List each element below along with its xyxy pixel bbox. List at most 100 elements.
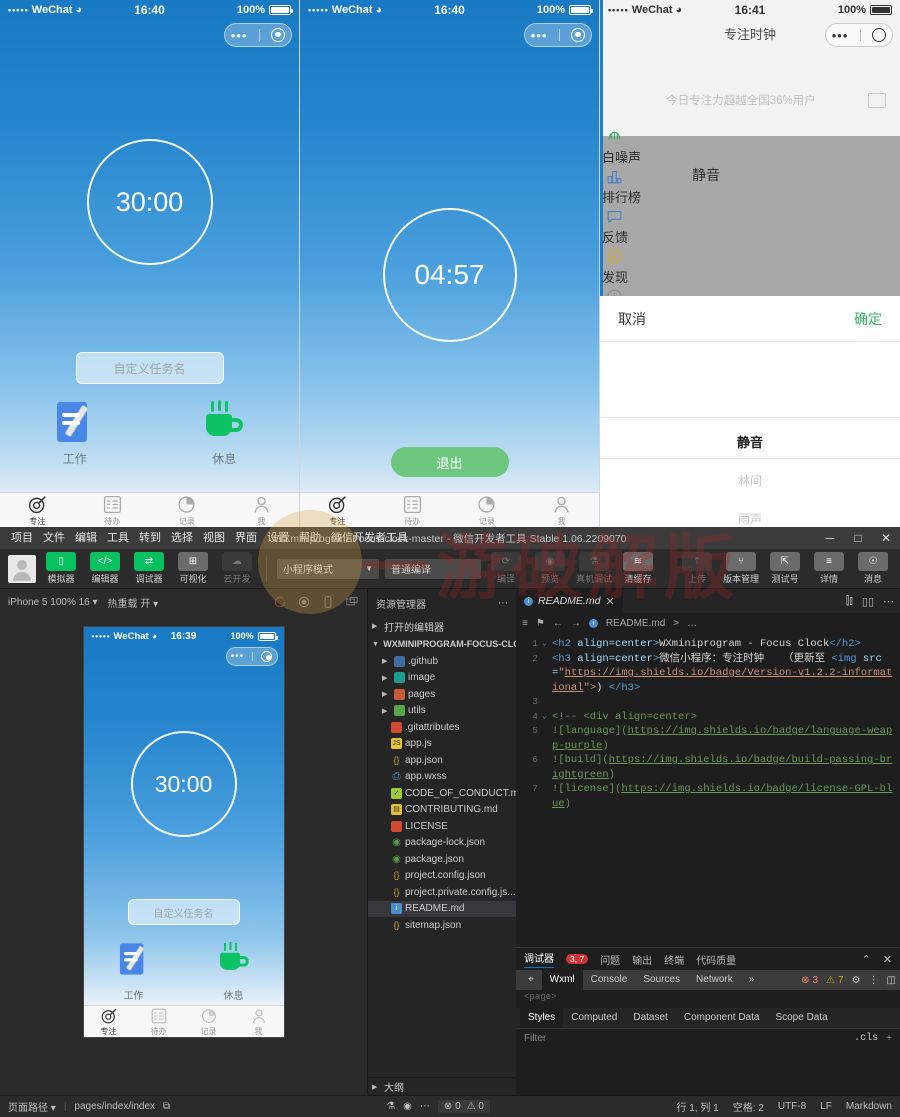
preview-mode-rest[interactable]: 休息 xyxy=(184,937,284,1002)
explorer-item-github[interactable]: ▶ .github xyxy=(368,653,516,670)
sidenav-item-ranking[interactable]: 排行榜 xyxy=(602,168,674,206)
page-path-select[interactable]: 页面路径 ▾ xyxy=(8,1099,56,1114)
preview-tab-focus[interactable]: 专注 xyxy=(84,1007,134,1037)
compile-select[interactable]: 普通编译 xyxy=(385,558,481,579)
explorer-item-appjs[interactable]: JS app.js xyxy=(368,736,516,753)
toolbar-version-button[interactable]: ⑂ 版本管理 xyxy=(722,552,760,585)
explorer-outline-section[interactable]: ▶ 大纲 xyxy=(368,1077,516,1095)
explorer-item-image[interactable]: ▶ image xyxy=(368,670,516,687)
record-icon[interactable] xyxy=(297,595,311,609)
nav-back-icon[interactable]: ← xyxy=(553,618,563,629)
split-editor-icon[interactable]: ⫿⫾ xyxy=(846,595,853,608)
style-tab-styles[interactable]: Styles xyxy=(520,1008,564,1028)
menu-item-project[interactable]: 项目 xyxy=(6,527,38,549)
style-tab-componentdata[interactable]: Component Data xyxy=(676,1008,768,1028)
devtools-tab-quality[interactable]: 代码质量 xyxy=(696,952,736,967)
sidenav-item-discover[interactable]: 发现 xyxy=(602,248,674,286)
menu-item-view[interactable]: 视图 xyxy=(198,527,230,549)
toolbar-testid-button[interactable]: ⇱ 测试号 xyxy=(766,552,804,585)
mode-rest[interactable]: 休息 xyxy=(150,400,300,467)
style-tab-scopedata[interactable]: Scope Data xyxy=(767,1008,835,1028)
layout-icon[interactable]: ▯▯ xyxy=(862,595,874,608)
menu-item-goto[interactable]: 转到 xyxy=(134,527,166,549)
tab-records[interactable]: 记录 xyxy=(450,494,525,527)
preview-task-input[interactable]: 自定义任务名 xyxy=(127,899,240,925)
device-select[interactable]: iPhone 5 100% 16 ▾ xyxy=(8,597,98,608)
devtools-tab-wxml[interactable]: Wxml xyxy=(541,970,583,990)
screenshot-icon[interactable] xyxy=(345,595,359,609)
tab-me[interactable]: 我 xyxy=(524,494,599,527)
copy-icon[interactable]: ⧉ xyxy=(163,1101,170,1112)
preview-mode-work[interactable]: 工作 xyxy=(84,937,184,1002)
rotate-icon[interactable] xyxy=(321,595,335,609)
ellipsis-icon[interactable]: ⋯ xyxy=(420,1101,430,1112)
toolbar-visualize-button[interactable]: ⊞ 可视化 xyxy=(174,552,212,585)
picker-confirm-button[interactable]: 确定 xyxy=(854,309,882,329)
menu-item-edit[interactable]: 编辑 xyxy=(70,527,102,549)
toolbar-clouddev-button[interactable]: ☁ 云开发 xyxy=(218,552,256,585)
preview-tab-todo[interactable]: 待办 xyxy=(134,1007,184,1037)
breadcrumb-more[interactable]: … xyxy=(687,618,697,629)
minimize-button[interactable]: ─ xyxy=(816,527,844,549)
cursor-position[interactable]: 行 1, 列 1 xyxy=(676,1099,718,1114)
eol-setting[interactable]: LF xyxy=(820,1101,832,1112)
devtools-tab-debugger[interactable]: 调试器 xyxy=(524,950,554,968)
timer-ring-1[interactable]: 30:00 xyxy=(86,139,213,265)
more-icon[interactable]: ⋯ xyxy=(883,595,894,608)
language-mode[interactable]: Markdown xyxy=(846,1101,892,1112)
menu-item-select[interactable]: 选择 xyxy=(166,527,198,549)
menu-item-devtools[interactable]: 微信开发者工具 xyxy=(326,527,413,549)
close-target-icon[interactable] xyxy=(571,28,586,42)
explorer-item-package[interactable]: ◉ package.json xyxy=(368,851,516,868)
tab-me[interactable]: 我 xyxy=(224,494,299,527)
preview-tab-records[interactable]: 记录 xyxy=(184,1007,234,1037)
hotreload-select[interactable]: 热重载 开 ▾ xyxy=(108,595,159,610)
picker-option-2[interactable]: 林间 xyxy=(600,472,900,489)
more-dots-icon[interactable]: ••• xyxy=(531,29,548,42)
sidenav-item-whitenoise[interactable]: 白噪声 xyxy=(602,128,674,166)
toolbar-device-debug-button[interactable]: ⚗ 真机调试 xyxy=(575,552,613,585)
explorer-open-editors[interactable]: ▶ 打开的编辑器 xyxy=(368,617,516,635)
picker-option-selected[interactable]: 静音 xyxy=(600,432,900,451)
explorer-item-projectprivateconfig[interactable]: {} project.private.config.js... xyxy=(368,884,516,901)
toolbar-debugger-button[interactable]: ⇄ 调试器 xyxy=(130,552,168,585)
close-target-icon[interactable] xyxy=(271,28,286,42)
toolbar-simulator-button[interactable]: ▯ 模拟器 xyxy=(42,552,80,585)
menu-item-help[interactable]: 帮助 xyxy=(294,527,326,549)
sidenav-item-feedback[interactable]: 反馈 xyxy=(602,208,674,246)
preview-timer-ring[interactable]: 30:00 xyxy=(130,731,237,837)
problems-indicator[interactable]: ⊗ 0 ⚠ 0 xyxy=(437,1100,490,1113)
exit-button[interactable]: 退出 xyxy=(390,447,509,477)
toolbar-messages-button[interactable]: ☉ 消息 xyxy=(854,552,892,585)
explorer-item-contributing[interactable]: ▤ CONTRIBUTING.md xyxy=(368,802,516,819)
add-style-rule-icon[interactable]: + xyxy=(886,1033,892,1044)
explorer-project-root[interactable]: ▼ WXMINIPROGRAM-FOCUS-CLO... xyxy=(368,635,516,653)
more-dots-icon[interactable]: ••• xyxy=(231,29,248,42)
inspect-element-icon[interactable]: ⌖ xyxy=(520,970,542,990)
devtools-tab-console[interactable]: Console xyxy=(583,970,636,990)
breadcrumb-file[interactable]: README.md xyxy=(606,618,665,629)
toolbar-preview-button[interactable]: ◉ 预览 xyxy=(531,552,569,585)
close-target-icon[interactable] xyxy=(261,651,273,662)
indentation-setting[interactable]: 空格: 2 xyxy=(733,1099,764,1114)
devtools-tab-sources[interactable]: Sources xyxy=(635,970,688,990)
picker-option-3[interactable]: 雨声 xyxy=(600,510,900,527)
style-tab-dataset[interactable]: Dataset xyxy=(625,1008,675,1028)
menu-item-settings[interactable]: 设置 xyxy=(262,527,294,549)
close-icon[interactable]: ✕ xyxy=(605,595,614,608)
close-icon[interactable]: ✕ xyxy=(883,953,892,966)
outline-toggle-icon[interactable]: ≡ xyxy=(522,618,528,629)
picker-cancel-button[interactable]: 取消 xyxy=(618,309,646,329)
refresh-icon[interactable] xyxy=(273,595,287,609)
kebab-icon[interactable]: ⋮ xyxy=(869,975,879,986)
explorer-item-gitattributes[interactable]: .gitattributes xyxy=(368,719,516,736)
tab-todo[interactable]: 待办 xyxy=(375,494,450,527)
explorer-item-license[interactable]: LICENSE xyxy=(368,818,516,835)
tab-todo[interactable]: 待办 xyxy=(75,494,150,527)
fold-icon[interactable]: ⌄ xyxy=(542,637,552,652)
collapse-icon[interactable]: ⌃ xyxy=(862,953,871,966)
menu-item-file[interactable]: 文件 xyxy=(38,527,70,549)
preview-tab-me[interactable]: 我 xyxy=(234,1007,284,1037)
flask-icon[interactable]: ⚗ xyxy=(386,1101,395,1112)
timer-ring-2[interactable]: 04:57 xyxy=(382,208,517,342)
